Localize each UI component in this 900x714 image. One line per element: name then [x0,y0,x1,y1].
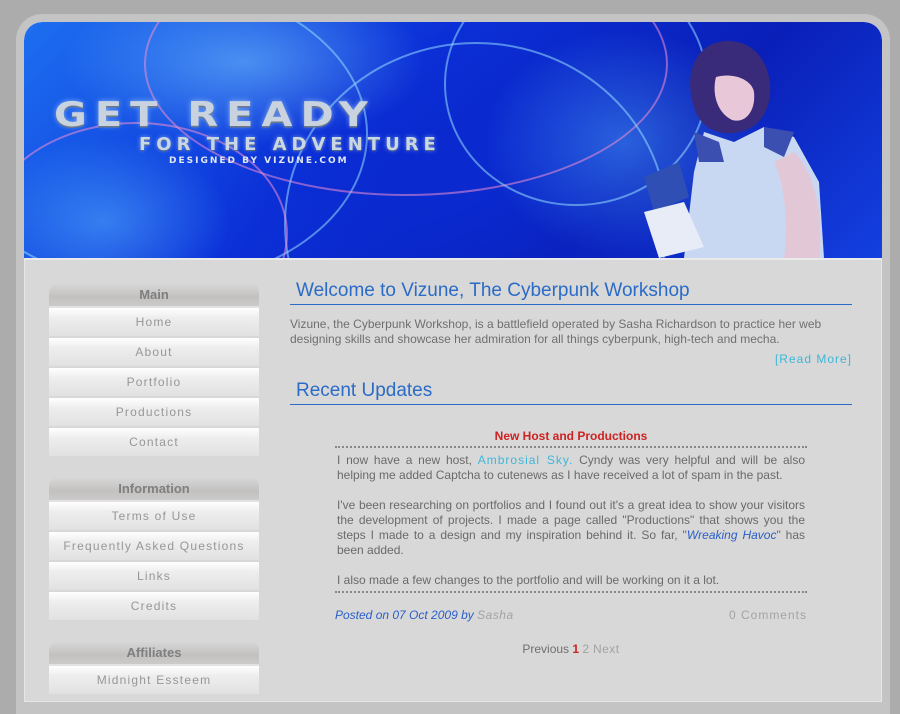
sidebar-item-midnight-essteem[interactable]: Midnight Essteem [49,666,259,696]
sidebar-item-faq[interactable]: Frequently Asked Questions [49,532,259,562]
sidebar-block-information: Information Terms of Use Frequently Aske… [49,478,259,622]
header-banner: GET READY FOR THE ADVENTURE DESIGNED BY … [24,22,882,260]
main-content: Welcome to Vizune, The Cyberpunk Worksho… [290,280,852,656]
sidebar-heading: Information [49,478,259,502]
news-text: I now have a new host, [337,453,478,467]
sidebar: Main Home About Portfolio Productions Co… [49,284,259,702]
intro-text: Vizune, the Cyberpunk Workshop, is a bat… [290,317,822,346]
news-paragraph: I've been researching on portfolios and … [337,498,805,558]
banner-title: GET READY [54,95,376,135]
sidebar-item-home[interactable]: Home [49,308,259,338]
sidebar-block-affiliates: Affiliates Midnight Essteem [49,642,259,696]
pager-page-2[interactable]: 2 [582,642,589,656]
comments-link[interactable]: 0 Comments [729,608,807,622]
banner-subtitle: FOR THE ADVENTURE [139,134,441,155]
updates-heading: Recent Updates [290,380,852,405]
sidebar-item-contact[interactable]: Contact [49,428,259,458]
posted-info: Posted on 07 Oct 2009 by Sasha [335,608,514,622]
news-body: I now have a new host, Ambrosial Sky. Cy… [335,448,807,593]
author-link[interactable]: Sasha [477,608,514,622]
sidebar-heading: Main [49,284,259,308]
pager-current-page: 1 [572,642,580,656]
news-post: New Host and Productions I now have a ne… [335,429,807,622]
page-container: GET READY FOR THE ADVENTURE DESIGNED BY … [24,22,882,702]
welcome-heading: Welcome to Vizune, The Cyberpunk Worksho… [290,280,852,305]
sidebar-item-portfolio[interactable]: Portfolio [49,368,259,398]
posted-date: Posted on 07 Oct 2009 by [335,608,478,622]
sidebar-item-about[interactable]: About [49,338,259,368]
news-paragraph: I also made a few changes to the portfol… [337,573,720,587]
news-meta: Posted on 07 Oct 2009 by Sasha 0 Comment… [335,608,807,622]
ambrosial-sky-link[interactable]: Ambrosial Sky. [478,453,574,467]
sidebar-item-productions[interactable]: Productions [49,398,259,428]
pager-previous[interactable]: Previous [522,642,569,656]
banner-credit: DESIGNED BY VIZUNE.COM [169,156,349,166]
sidebar-heading: Affiliates [49,642,259,666]
pager-next[interactable]: Next [593,642,620,656]
sidebar-item-credits[interactable]: Credits [49,592,259,622]
sidebar-block-main: Main Home About Portfolio Productions Co… [49,284,259,458]
news-title: New Host and Productions [335,429,807,448]
read-more-link[interactable]: [Read More] [290,352,852,366]
news-paragraph: I now have a new host, Ambrosial Sky. Cy… [337,453,805,483]
wreaking-havoc-link[interactable]: Wreaking Havoc [687,528,777,542]
sidebar-item-terms-of-use[interactable]: Terms of Use [49,502,259,532]
sidebar-item-links[interactable]: Links [49,562,259,592]
header-divider [24,258,882,260]
pagination: Previous 1 2 Next [290,642,852,656]
character-illustration [644,41,824,258]
